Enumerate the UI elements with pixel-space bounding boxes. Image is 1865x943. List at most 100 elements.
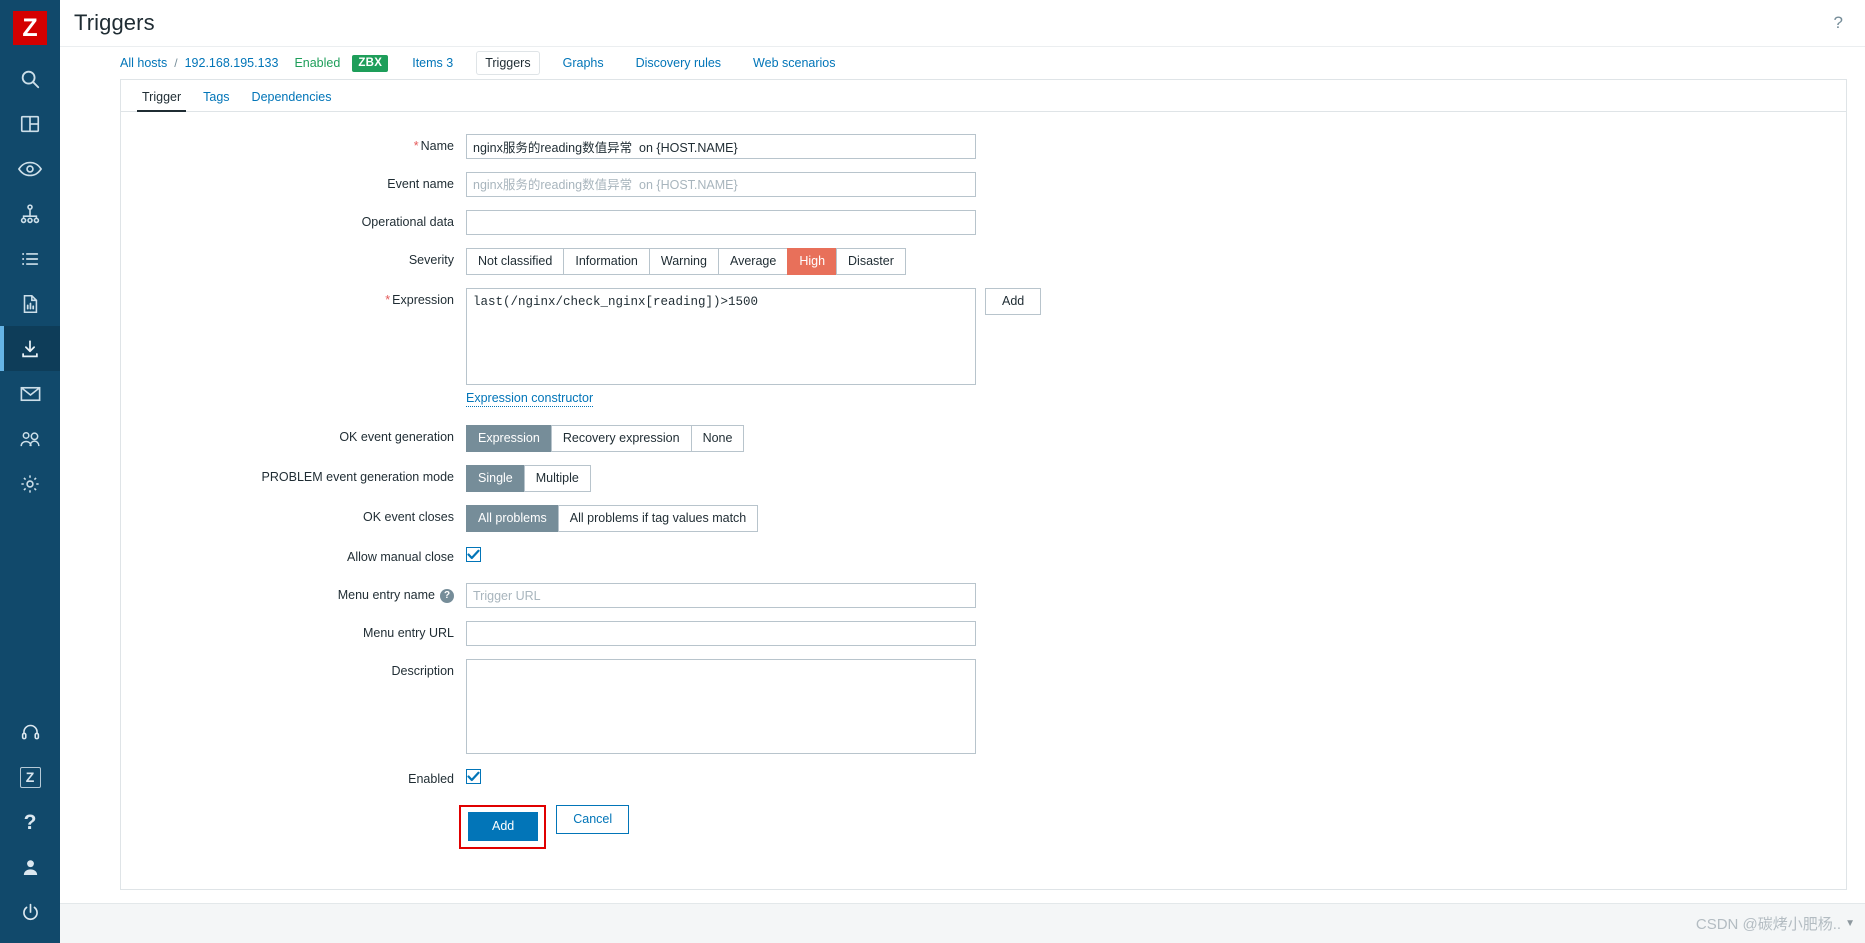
label-problem-event-generation-mode: PROBLEM event generation mode: [261, 470, 454, 484]
menu-entry-url-input[interactable]: [466, 621, 976, 646]
search-icon: [19, 68, 41, 90]
breadcrumb-all-hosts[interactable]: All hosts: [120, 56, 167, 70]
page-title: Triggers: [74, 10, 155, 35]
label-ok-event-closes: OK event closes: [362, 510, 454, 524]
field-enabled-wrap: [466, 767, 1846, 784]
form-row-event-name: Event name: [121, 172, 1846, 197]
description-textarea[interactable]: [466, 659, 976, 754]
ok-event-closes-option-all-problems[interactable]: All problems: [466, 505, 558, 532]
severity-option-not-classified[interactable]: Not classified: [466, 248, 564, 275]
enabled-checkbox[interactable]: [466, 769, 481, 784]
breadcrumb-host[interactable]: 192.168.195.133: [185, 56, 279, 70]
ok-event-generation-option-expression[interactable]: Expression: [466, 425, 551, 452]
breadcrumb-tab-items[interactable]: Items 3: [404, 52, 461, 74]
form-row-severity: Severity Not classified Information Warn…: [121, 248, 1846, 275]
content-bottom-gap: [60, 890, 1865, 903]
field-description-wrap: [466, 659, 1846, 754]
sidebar-item-inventory[interactable]: [0, 236, 60, 281]
label-severity: Severity: [408, 253, 454, 267]
form-tabs: Trigger Tags Dependencies: [121, 80, 1846, 112]
page-help-icon[interactable]: ?: [1830, 13, 1847, 33]
label-expression-text: Expression: [392, 293, 454, 307]
ok-event-generation-option-recovery-expression[interactable]: Recovery expression: [550, 425, 691, 452]
severity-segmented-control: Not classified Information Warning Avera…: [466, 248, 906, 275]
expression-textarea[interactable]: last(/nginx/check_nginx[reading])>1500: [466, 288, 976, 385]
field-ok-event-closes-wrap: All problems All problems if tag values …: [466, 505, 1846, 532]
field-menu-entry-url-wrap: [466, 621, 1846, 646]
expression-constructor-link[interactable]: Expression constructor: [466, 391, 594, 407]
field-severity-wrap: Not classified Information Warning Avera…: [466, 248, 1846, 275]
zabbix-logo-icon: Z: [19, 767, 41, 788]
severity-option-information[interactable]: Information: [563, 248, 649, 275]
field-expression-wrap: last(/nginx/check_nginx[reading])>1500 A…: [466, 288, 1846, 407]
form-row-enabled: Enabled: [121, 767, 1846, 787]
main-area: Triggers ? All hosts / 192.168.195.133 E…: [60, 0, 1865, 943]
help-icon: ?: [23, 811, 37, 834]
sidebar-item-support[interactable]: [0, 710, 60, 755]
sidebar-item-zabbix-logo[interactable]: Z: [0, 755, 60, 800]
sidebar-item-users[interactable]: [0, 416, 60, 461]
field-operational-data-wrap: [466, 210, 1846, 235]
breadcrumb-tab-triggers[interactable]: Triggers: [477, 52, 539, 74]
severity-option-high[interactable]: High: [787, 248, 837, 275]
help-icon[interactable]: ?: [440, 588, 454, 603]
field-event-name-wrap: [466, 172, 1846, 197]
expression-link-row: Expression constructor: [466, 391, 1041, 407]
form-row-menu-entry-name: Menu entry name?: [121, 583, 1846, 608]
trigger-form-card: Trigger Tags Dependencies *Name Event na…: [120, 79, 1847, 890]
problem-event-mode-option-single[interactable]: Single: [466, 465, 524, 492]
menu-entry-name-input[interactable]: [466, 583, 976, 608]
user-avatar-icon: [20, 857, 41, 878]
breadcrumb-tab-discovery-rules[interactable]: Discovery rules: [628, 52, 729, 74]
expression-add-button[interactable]: Add: [985, 288, 1042, 315]
severity-option-warning[interactable]: Warning: [648, 248, 718, 275]
add-button-annotation: Add: [459, 805, 547, 849]
download-icon: [19, 338, 41, 360]
agent-badge[interactable]: ZBX: [352, 54, 389, 72]
form-row-name: * Name: [121, 134, 1846, 159]
ok-event-generation-option-none[interactable]: None: [690, 425, 745, 452]
operational-data-input[interactable]: [466, 210, 976, 235]
sidebar-item-alerts[interactable]: [0, 371, 60, 416]
form-row-ok-event-closes: OK event closes All problems All problem…: [121, 505, 1846, 532]
form-row-description: Description: [121, 659, 1846, 754]
sidebar-item-help[interactable]: ?: [0, 800, 60, 845]
sidebar-item-user-settings[interactable]: [0, 845, 60, 890]
tab-tags[interactable]: Tags: [192, 85, 240, 111]
dashboard-icon: [19, 113, 41, 135]
label-menu-entry-name-text: Menu entry name: [337, 588, 435, 602]
support-icon: [20, 722, 41, 743]
title-bar: Triggers ?: [60, 0, 1865, 47]
sidebar-item-reports[interactable]: [0, 281, 60, 326]
sidebar-logo[interactable]: Z: [0, 0, 60, 56]
eye-icon: [18, 158, 42, 180]
host-status[interactable]: Enabled: [294, 56, 340, 70]
actions-wrap: Add Cancel: [459, 805, 1846, 849]
ok-event-closes-option-tag-values-match[interactable]: All problems if tag values match: [557, 505, 759, 532]
severity-option-disaster[interactable]: Disaster: [836, 248, 906, 275]
event-name-input[interactable]: [466, 172, 976, 197]
tab-trigger[interactable]: Trigger: [131, 85, 192, 112]
name-input[interactable]: [466, 134, 976, 159]
problem-event-mode-option-multiple[interactable]: Multiple: [523, 465, 591, 492]
sidebar-item-sign-out[interactable]: [0, 890, 60, 935]
gear-icon: [19, 473, 41, 495]
allow-manual-close-checkbox[interactable]: [466, 547, 481, 562]
sidebar-item-dashboards[interactable]: [0, 101, 60, 146]
submit-add-button[interactable]: Add: [468, 812, 539, 841]
breadcrumb-tab-web-scenarios[interactable]: Web scenarios: [745, 52, 843, 74]
sidebar-item-services[interactable]: [0, 191, 60, 236]
breadcrumb-separator: /: [174, 56, 178, 70]
tab-dependencies[interactable]: Dependencies: [241, 85, 343, 111]
actions-spacer: [121, 825, 466, 829]
checkmark-icon: [467, 771, 480, 782]
breadcrumb-tab-graphs[interactable]: Graphs: [555, 52, 612, 74]
zabbix-logo-icon: Z: [13, 11, 47, 45]
sidebar-item-data-collection[interactable]: [0, 326, 60, 371]
severity-option-average[interactable]: Average: [717, 248, 788, 275]
cancel-button[interactable]: Cancel: [556, 805, 630, 834]
sidebar-item-administration[interactable]: [0, 461, 60, 506]
sidebar-item-monitoring[interactable]: [0, 146, 60, 191]
label-description: Description: [391, 664, 454, 678]
sidebar-item-search[interactable]: [0, 56, 60, 101]
